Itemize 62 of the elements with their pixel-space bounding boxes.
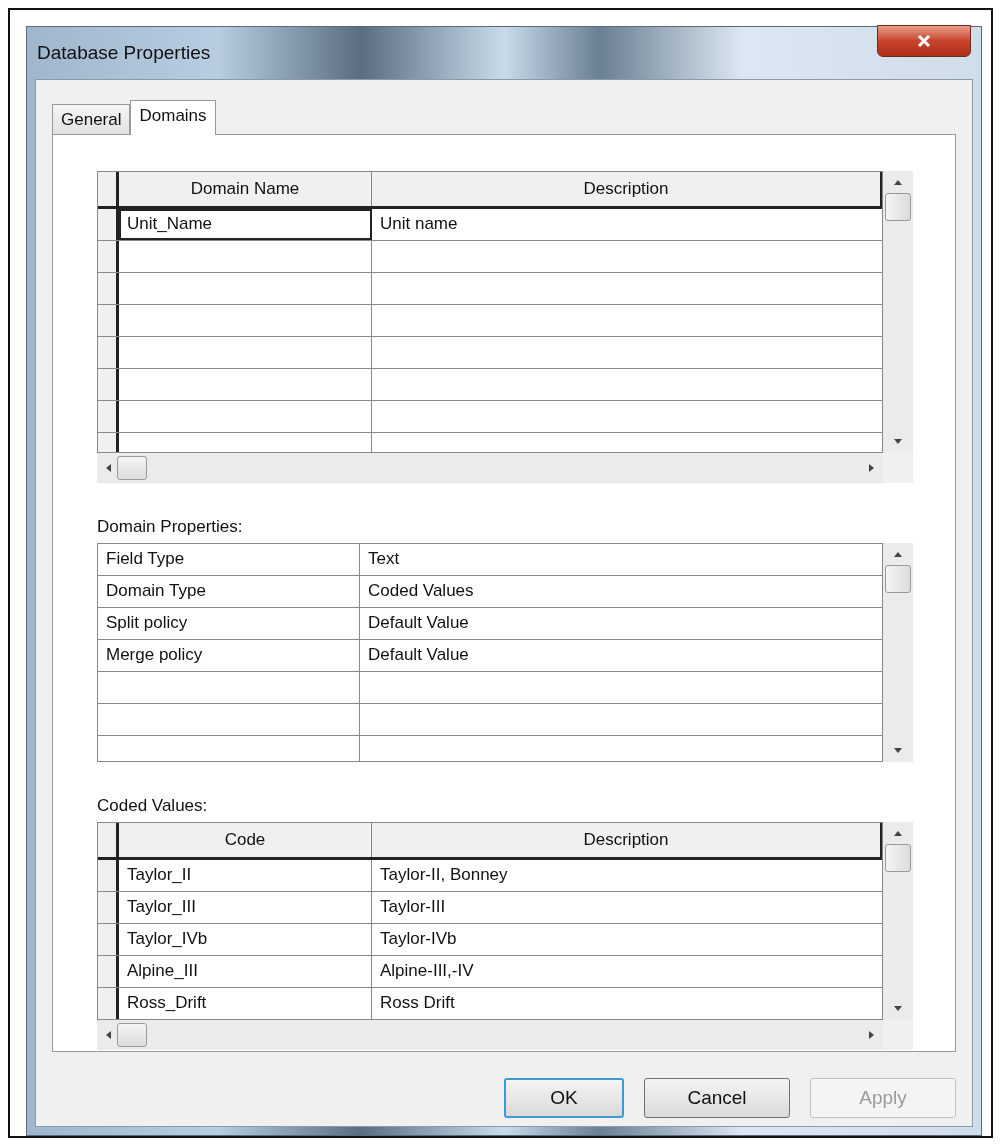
row-header (98, 924, 119, 955)
table-cell[interactable]: Alpine-III,-IV (372, 956, 882, 987)
table-cell[interactable]: Taylor_II (119, 860, 372, 891)
scroll-right-icon[interactable] (869, 1030, 875, 1040)
horizontal-scrollbar[interactable] (97, 453, 883, 483)
dialog-button[interactable]: OK (504, 1078, 624, 1118)
scroll-up-icon[interactable] (893, 551, 903, 557)
vertical-scrollbar[interactable] (883, 171, 913, 453)
scroll-down-icon[interactable] (893, 748, 903, 754)
row-header (98, 956, 119, 987)
tab[interactable]: General (52, 104, 131, 134)
table-cell[interactable]: Taylor_IVb (119, 924, 372, 955)
table-cell-text: Default Value (367, 644, 470, 666)
dialog-button[interactable]: Cancel (644, 1078, 790, 1118)
table-cell-text: Default Value (367, 612, 470, 634)
row-header (98, 337, 119, 368)
close-button[interactable] (877, 25, 971, 57)
scroll-left-icon[interactable] (105, 463, 111, 473)
row-header (98, 988, 119, 1019)
row-header (98, 369, 119, 400)
row-header (98, 892, 119, 923)
scroll-up-icon[interactable] (893, 830, 903, 836)
table-cell[interactable]: Taylor_III (119, 892, 372, 923)
scroll-down-icon[interactable] (893, 439, 903, 445)
column-header[interactable]: Code (119, 823, 372, 857)
table-cell: Split policy (98, 608, 360, 639)
window-title: Database Properties (37, 42, 211, 64)
row-header (98, 305, 119, 336)
table-cell: Domain Type (98, 576, 360, 607)
scroll-thumb[interactable] (885, 193, 911, 221)
table-cell: Merge policy (98, 640, 360, 671)
table-cell[interactable]: Taylor-III (372, 892, 882, 923)
column-header[interactable]: Description (372, 823, 882, 857)
table-cell[interactable]: Alpine_III (119, 956, 372, 987)
scroll-thumb[interactable] (885, 565, 911, 593)
table-cell[interactable]: Taylor-II, Bonney (372, 860, 882, 891)
scroll-thumb[interactable] (117, 1023, 147, 1047)
section-label: Coded Values: (97, 796, 209, 816)
close-icon (916, 34, 932, 48)
table-cell[interactable]: Unit name (372, 209, 882, 240)
scroll-right-icon[interactable] (869, 463, 875, 473)
table-cell: Field Type (98, 544, 360, 575)
scroll-left-icon[interactable] (105, 1030, 111, 1040)
table-cell[interactable]: Ross_Drift (119, 988, 372, 1019)
scroll-up-icon[interactable] (893, 179, 903, 185)
scroll-thumb[interactable] (117, 456, 147, 480)
scroll-down-icon[interactable] (893, 1006, 903, 1012)
tab[interactable]: Domains (130, 100, 216, 135)
horizontal-scrollbar[interactable] (97, 1020, 883, 1050)
table-cell-text: Text (367, 548, 401, 570)
column-header[interactable]: Description (372, 172, 882, 206)
table-cell-text: Coded Values (367, 580, 475, 602)
table-cell[interactable]: Unit_Name (119, 209, 372, 240)
table-cell[interactable]: Taylor-IVb (372, 924, 882, 955)
vertical-scrollbar[interactable] (883, 543, 913, 762)
scroll-thumb[interactable] (885, 844, 911, 872)
row-header (98, 273, 119, 304)
vertical-scrollbar[interactable] (883, 822, 913, 1020)
table-cell[interactable]: Ross Drift (372, 988, 882, 1019)
section-label: Domain Properties: (97, 517, 244, 537)
column-header[interactable]: Domain Name (119, 172, 372, 206)
row-header (98, 241, 119, 272)
